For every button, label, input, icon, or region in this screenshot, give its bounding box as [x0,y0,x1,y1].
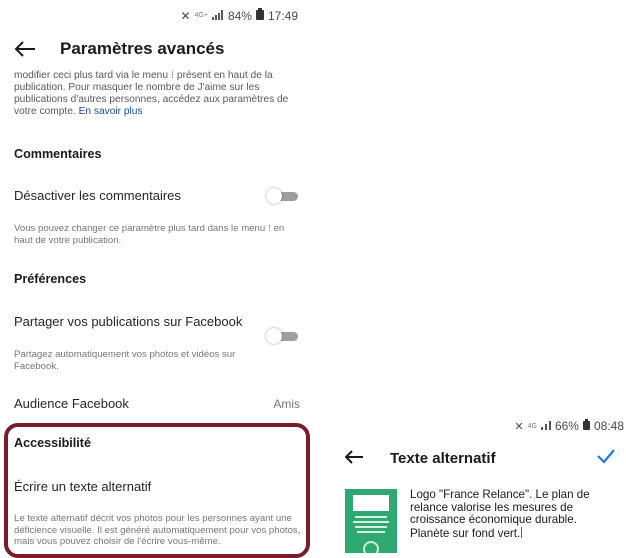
network-type: 4G+ [194,12,208,19]
battery-level: 84% [227,8,252,23]
thumbnail-logo-card [353,495,389,511]
page-title: Paramètres avancés [60,39,225,58]
alt-text-help: Le texte alternatif décrit vos photos po… [14,513,301,547]
clock: 17:49 [267,8,298,23]
status-bar-left: ✕ 4G+ 84% 17:49 [0,0,300,28]
mute-icon: ✕ [180,8,191,23]
facebook-audience-label: Audience Facebook [14,396,129,411]
accessibility-heading: Accessibilité [14,436,92,450]
facebook-audience-value: Amis [273,397,300,411]
facebook-audience-row[interactable]: Audience Facebook Amis [14,396,300,414]
network-type: 4G [527,422,537,430]
battery-level: 66% [554,419,579,433]
alt-text-header: Texte alternatif [318,444,624,472]
back-arrow-icon[interactable] [14,39,38,59]
intro-text-body: modifier ceci plus tard via le menu ⁝ pr… [14,70,289,118]
intro-text: modifier ceci plus tard via le menu ⁝ pr… [14,70,304,118]
text-caret [521,526,523,538]
thumbnail-line [355,526,387,528]
back-arrow-icon[interactable] [344,448,368,468]
comments-help-text: Vous pouvez changer ce paramètre plus ta… [14,223,285,246]
disable-comments-label: Désactiver les commentaires [14,188,181,203]
signal-icon [211,9,224,23]
mute-icon: ✕ [514,420,524,433]
toggle-knob [266,188,282,204]
alt-text-title: Texte alternatif [390,449,496,467]
signal-icon [540,419,551,433]
battery-icon [255,8,264,23]
thumbnail-line [355,516,387,518]
comments-heading: Commentaires [14,147,102,161]
alt-text-input[interactable]: Logo "France Relance". Le plan de relanc… [410,488,610,540]
thumbnail-line [357,531,385,533]
status-bar-right: ✕ 4G 66% 08:48 [480,418,626,434]
share-facebook-help-text: Partagez automatiquement vos photos et v… [14,349,236,372]
checkmark-icon[interactable] [596,448,616,469]
toggle-knob [266,328,282,344]
learn-more-link[interactable]: En savoir plus [79,106,143,117]
battery-icon [582,419,590,433]
disable-comments-toggle[interactable] [266,188,298,204]
thumbnail-line [353,521,389,523]
page-header: Paramètres avancés [14,34,304,64]
preferences-heading: Préférences [14,272,87,286]
share-facebook-toggle[interactable] [266,328,298,344]
write-alt-text-item[interactable]: Écrire un texte alternatif [14,479,151,494]
share-facebook-label: Partager vos publications sur Facebook [14,314,243,329]
alt-text-value: Logo "France Relance". Le plan de relanc… [410,488,590,540]
planet-icon [363,541,379,553]
clock: 08:48 [593,419,624,433]
photo-thumbnail [345,489,397,553]
